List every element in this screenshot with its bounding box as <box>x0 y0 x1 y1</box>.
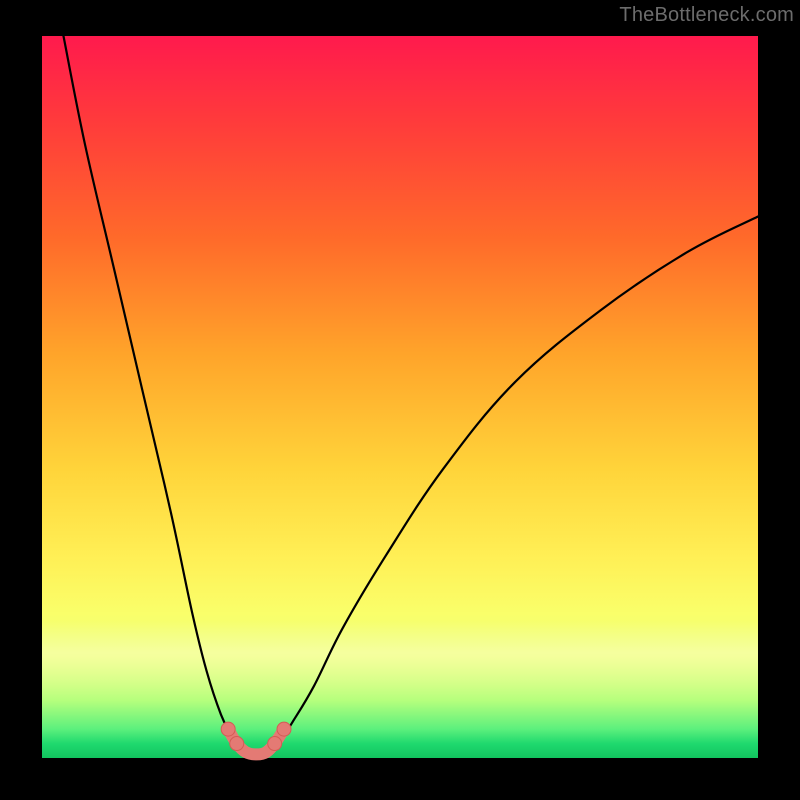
bottleneck-curve <box>63 36 758 754</box>
valley-dot <box>277 722 291 736</box>
watermark-text: TheBottleneck.com <box>619 4 794 27</box>
chart-frame: TheBottleneck.com <box>0 0 800 800</box>
chart-svg <box>42 36 758 758</box>
plot-area <box>42 36 758 758</box>
valley-dot <box>221 722 235 736</box>
valley-dot <box>230 737 244 751</box>
valley-dot <box>268 737 282 751</box>
